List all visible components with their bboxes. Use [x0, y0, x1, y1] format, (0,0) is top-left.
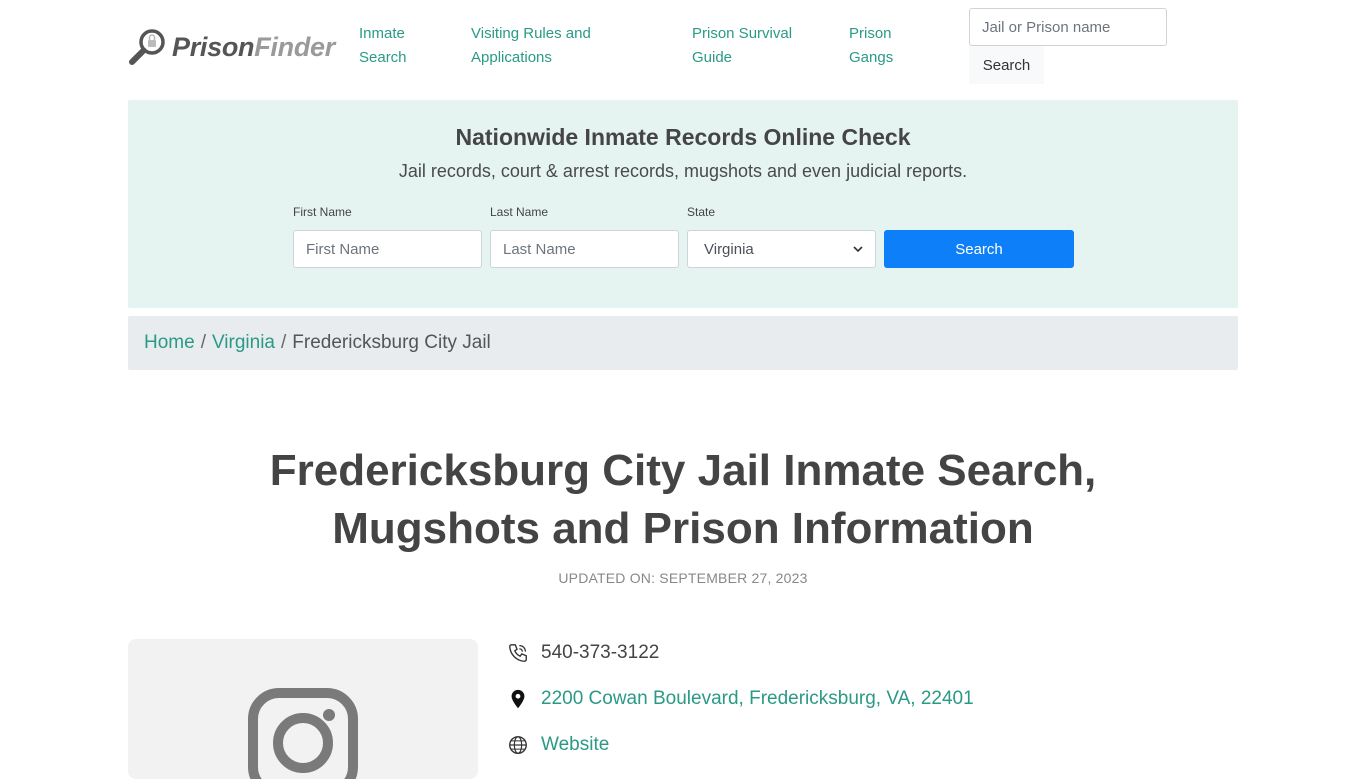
- breadcrumb-current: Fredericksburg City Jail: [292, 332, 491, 353]
- inmate-records-banner: Nationwide Inmate Records Online Check J…: [128, 100, 1238, 308]
- globe-icon: [507, 734, 529, 756]
- first-name-label: First Name: [293, 205, 352, 219]
- site-header: PrisonFinder Inmate Search Visiting Rule…: [0, 0, 1366, 100]
- nav-survival-guide-line1: Prison Survival: [692, 25, 793, 42]
- breadcrumb-state[interactable]: Virginia: [212, 332, 275, 354]
- prison-search-button[interactable]: Search: [969, 46, 1044, 84]
- page-title-line1: Fredericksburg City Jail Inmate Search,: [269, 446, 1097, 495]
- state-select[interactable]: Virginia: [687, 230, 876, 268]
- prison-search-input[interactable]: [969, 8, 1167, 46]
- breadcrumb-separator: /: [281, 332, 287, 353]
- nav-survival-guide-line2: Guide: [692, 49, 733, 66]
- image-placeholder-icon: [248, 688, 358, 779]
- nav-survival-guide[interactable]: Prison Survival Guide: [692, 22, 792, 70]
- logo-text-finder: Finder: [254, 31, 335, 62]
- map-pin-icon: [507, 688, 529, 710]
- address-row: 2200 Cowan Boulevard, Fredericksburg, VA…: [507, 688, 974, 710]
- phone-number[interactable]: 540-373-3122: [541, 642, 659, 664]
- logo-text-prison: Prison: [172, 31, 255, 62]
- nav-inmate-search-line1: Inmate: [359, 25, 405, 42]
- website-link[interactable]: Website: [541, 734, 609, 756]
- state-label: State: [687, 205, 716, 219]
- facility-image: [128, 639, 478, 779]
- banner-subtitle: Jail records, court & arrest records, mu…: [398, 161, 968, 181]
- nav-prison-gangs-line2: Gangs: [849, 49, 894, 66]
- last-name-field[interactable]: [490, 230, 679, 268]
- nav-prison-gangs[interactable]: Prison Gangs: [849, 22, 893, 70]
- last-name-label: Last Name: [490, 205, 549, 219]
- page-title-line2: Mugshots and Prison Information: [332, 504, 1034, 553]
- state-select-value: Virginia: [704, 240, 754, 258]
- phone-row: 540-373-3122: [507, 642, 659, 664]
- phone-icon: [507, 642, 529, 664]
- magnifier-lock-icon: [129, 29, 165, 65]
- banner-title: Nationwide Inmate Records Online Check: [455, 124, 911, 150]
- nav-inmate-search[interactable]: Inmate Search: [359, 22, 407, 70]
- first-name-field[interactable]: [293, 230, 482, 268]
- records-search-button[interactable]: Search: [884, 230, 1074, 268]
- nav-visiting-rules[interactable]: Visiting Rules and Applications: [471, 22, 591, 70]
- logo[interactable]: PrisonFinder: [128, 26, 335, 68]
- address-link[interactable]: 2200 Cowan Boulevard, Fredericksburg, VA…: [541, 688, 974, 710]
- breadcrumb-separator: /: [200, 332, 206, 353]
- chevron-down-icon: [853, 246, 863, 253]
- logo-text: PrisonFinder: [172, 32, 335, 63]
- breadcrumb: Home / Virginia / Fredericksburg City Ja…: [128, 316, 1238, 370]
- nav-inmate-search-line2: Search: [359, 49, 407, 66]
- website-row: Website: [507, 734, 609, 756]
- nav-visiting-rules-line2: Applications: [471, 49, 552, 66]
- updated-date: UPDATED ON: SEPTEMBER 27, 2023: [558, 570, 808, 586]
- nav-prison-gangs-line1: Prison: [849, 25, 892, 42]
- breadcrumb-home[interactable]: Home: [144, 332, 195, 354]
- page-title: Fredericksburg City Jail Inmate Search, …: [183, 442, 1183, 558]
- nav-visiting-rules-line1: Visiting Rules and: [471, 25, 591, 42]
